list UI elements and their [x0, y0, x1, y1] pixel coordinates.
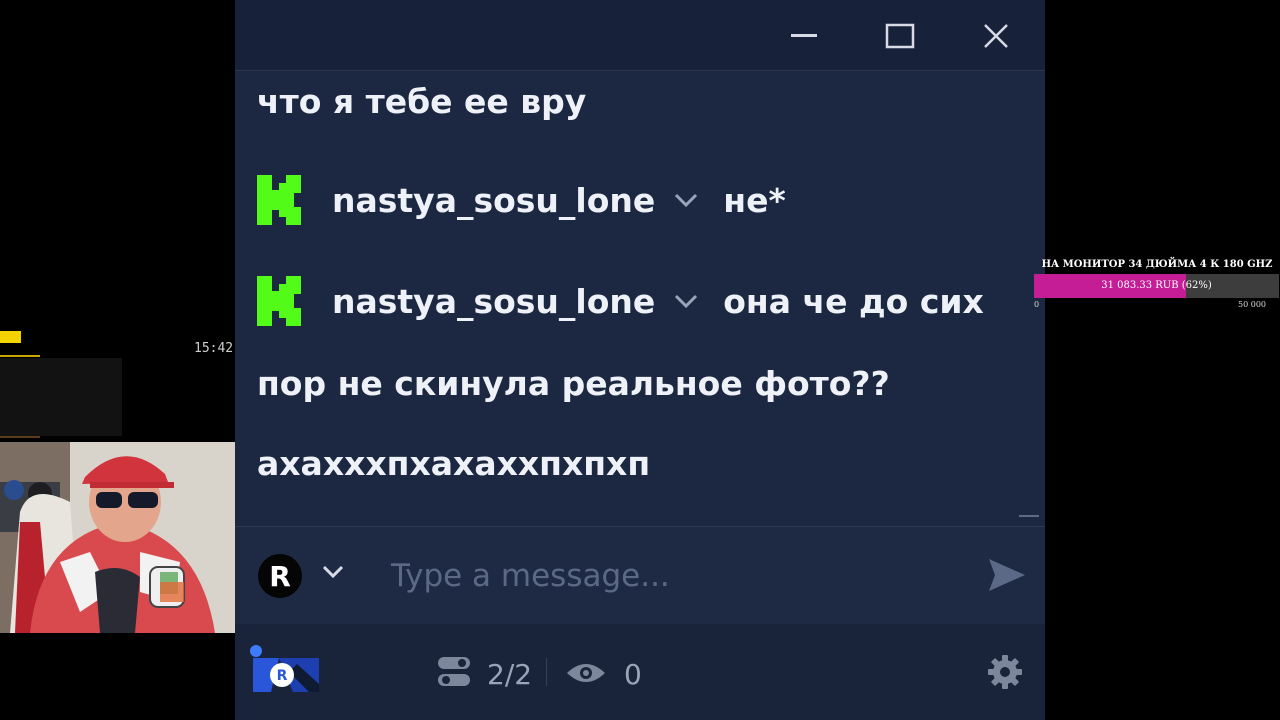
divider: [546, 658, 547, 686]
message-continuation: ахахххпхахаххпхпхп: [257, 444, 651, 483]
chevron-down-icon[interactable]: [321, 564, 345, 580]
message-continuation: что я тебе ее вру: [257, 82, 587, 121]
maximize-icon: [885, 23, 915, 49]
message-text: не*: [723, 180, 786, 220]
donation-goal-min: 0: [1034, 300, 1040, 309]
yellow-indicator: [0, 331, 21, 343]
message-composer: R: [235, 527, 1045, 624]
message-input[interactable]: [389, 549, 953, 603]
webcam-feed: [0, 442, 255, 633]
chevron-down-icon[interactable]: [673, 192, 699, 208]
message-continuation: пор не скинула реальное фото??: [257, 364, 890, 403]
close-icon: [984, 24, 1008, 48]
overlay-panel: [0, 358, 122, 436]
overlay-panel-line: [0, 436, 40, 438]
donation-goal-max: 50 000: [1238, 300, 1266, 309]
maximize-button[interactable]: [877, 13, 923, 59]
chat-message-list[interactable]: что я тебе ее вру nastya_sosu_lone не* n…: [235, 70, 1045, 526]
chat-message: nastya_sosu_lone не*: [257, 175, 786, 225]
chevron-down-icon[interactable]: [673, 293, 699, 309]
app-logo-icon[interactable]: R: [249, 644, 321, 694]
donation-goal-bar: 31 083.33 RUB (62%): [1034, 274, 1279, 298]
viewer-count: 0: [624, 658, 642, 691]
chat-message: nastya_sosu_lone она че до сих: [257, 276, 984, 326]
eye-icon: [567, 664, 605, 682]
close-button[interactable]: [973, 13, 1019, 59]
gear-icon[interactable]: [987, 654, 1023, 690]
donation-goal-amount: 31 083.33 RUB (62%): [1101, 280, 1212, 291]
user-avatar[interactable]: R: [258, 554, 302, 598]
scroll-indicator[interactable]: [1019, 515, 1039, 517]
kick-badge-icon: [257, 276, 301, 326]
minimize-button[interactable]: [781, 13, 827, 59]
logo-letter: R: [277, 668, 288, 684]
send-icon[interactable]: [987, 557, 1027, 593]
chat-count: 2/2: [487, 658, 533, 691]
username[interactable]: nastya_sosu_lone: [332, 282, 655, 321]
kick-badge-icon: [257, 175, 301, 225]
title-bar: [235, 0, 1045, 71]
chat-footer: R 2/2 0: [235, 624, 1045, 720]
donation-goal-title: НА МОНИТОР 34 ДЮЙМА 4 К 180 GHZ: [1041, 259, 1273, 270]
message-text: она че до сих: [723, 281, 984, 321]
toggle-icon: [438, 657, 470, 686]
yellow-line: [0, 355, 40, 357]
username[interactable]: nastya_sosu_lone: [332, 181, 655, 220]
minimize-icon: [791, 34, 817, 37]
chat-popout-window: что я тебе ее вру nastya_sosu_lone не* n…: [235, 0, 1045, 720]
